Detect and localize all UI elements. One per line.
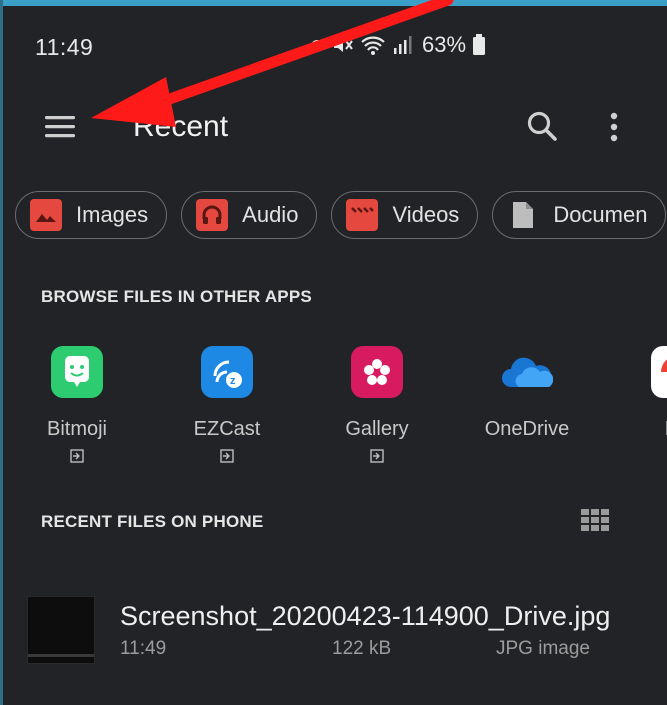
app-name: OneDrive — [484, 418, 570, 440]
app-gallery[interactable]: Gallery — [312, 346, 442, 468]
file-name: Screenshot_20200423-114900_Drive.jpg — [120, 601, 611, 631]
signal-icon — [394, 36, 412, 54]
app-photos[interactable]: Ph — [612, 346, 667, 441]
file-thumbnail — [27, 596, 95, 664]
category-chips: Images Audio Videos Documen — [15, 191, 667, 239]
image-icon — [30, 199, 62, 231]
wifi-icon — [361, 36, 385, 55]
svg-text:z: z — [230, 375, 236, 387]
chip-images[interactable]: Images — [15, 191, 168, 239]
alarm-icon — [311, 40, 323, 52]
bitmoji-logo-icon — [51, 346, 103, 398]
more-options-icon[interactable] — [607, 112, 621, 142]
open-external-icon — [370, 449, 384, 463]
page-title: Recent — [133, 110, 229, 143]
photos-logo-icon — [651, 346, 667, 398]
onedrive-cloud-icon — [501, 346, 553, 398]
app-onedrive[interactable]: OneDrive — [462, 346, 592, 441]
battery-percent: 63% — [422, 32, 467, 57]
chip-documents[interactable]: Documen — [492, 191, 667, 239]
open-external-icon — [220, 449, 234, 463]
browse-apps-heading: BROWSE FILES IN OTHER APPS — [41, 287, 312, 306]
battery-icon — [473, 34, 486, 55]
search-icon[interactable] — [526, 110, 558, 142]
menu-icon[interactable] — [43, 114, 77, 140]
chip-label: Documen — [553, 202, 648, 227]
phone-screen: 11:49 63% Recent Images Audio Videos Doc… — [3, 6, 667, 705]
mute-icon — [334, 38, 353, 52]
chip-label: Images — [76, 202, 149, 227]
app-name: Ph — [612, 418, 667, 441]
chip-videos[interactable]: Videos — [331, 191, 479, 239]
file-size: 122 kB — [332, 638, 392, 659]
app-name: Bitmoji — [46, 418, 107, 440]
file-type: JPG image — [496, 638, 590, 659]
app-ezcast[interactable]: z EZCast — [162, 346, 292, 468]
ezcast-logo-icon: z — [201, 346, 253, 398]
chip-audio[interactable]: Audio — [181, 191, 318, 239]
gallery-logo-icon — [351, 346, 403, 398]
recent-file-row[interactable]: Screenshot_20200423-114900_Drive.jpg 11:… — [27, 596, 667, 666]
document-icon — [507, 199, 539, 231]
app-bitmoji[interactable]: Bitmoji — [12, 346, 142, 468]
chip-label: Audio — [242, 202, 299, 227]
recent-files-heading: RECENT FILES ON PHONE — [41, 512, 264, 531]
status-icons: 63% — [308, 32, 486, 58]
status-time: 11:49 — [35, 34, 94, 60]
chip-label: Videos — [392, 202, 460, 227]
headphones-icon — [196, 199, 229, 231]
file-time: 11:49 — [120, 638, 167, 659]
clapperboard-icon — [346, 199, 379, 231]
grid-view-icon[interactable] — [581, 509, 611, 533]
open-external-icon — [70, 449, 84, 463]
app-name: EZCast — [193, 418, 261, 440]
app-name: Gallery — [345, 418, 409, 440]
